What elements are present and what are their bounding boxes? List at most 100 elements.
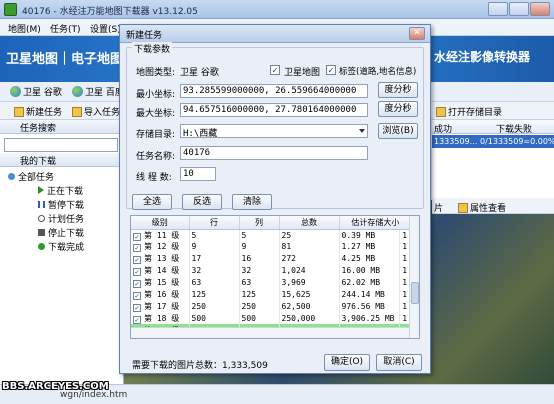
menu-settings[interactable]: 设置(S) <box>90 22 121 35</box>
level-table-hscrollbar[interactable] <box>131 327 409 338</box>
level-cell: ✓ 第 15 级 <box>131 276 190 289</box>
map-type-label: 地图类型: <box>136 68 176 78</box>
menu-map[interactable]: 地图(M) <box>8 22 41 35</box>
watermark: BBS.ARCEYES.COM <box>2 381 109 392</box>
tree-scheduled[interactable]: 计划任务 <box>38 212 84 225</box>
new-task-button[interactable]: 新建任务 <box>14 105 62 118</box>
max-coord-label: 最大坐标: <box>136 109 176 119</box>
main-titlebar: 40176 - 水经注万能地图下载器 v13.12.05 <box>0 0 554 19</box>
level-label: 第 12 级 <box>144 242 180 252</box>
browse-button[interactable]: 浏览(B) <box>378 123 418 139</box>
satellite-checkbox[interactable]: ✓ <box>270 65 280 75</box>
col-header[interactable]: 估计存储大小 <box>339 216 413 230</box>
level-row[interactable]: ✓ 第 18 级 500 500 250,000 3,906.25 MB 1 <box>131 312 413 325</box>
level-cell: 9 <box>239 240 280 253</box>
close-button[interactable] <box>530 2 550 16</box>
level-row[interactable]: ✓ 第 11 级 5 5 25 0.39 MB 1 <box>131 229 413 241</box>
invert-selection-button[interactable]: 反选 <box>182 194 222 210</box>
maximize-button[interactable] <box>509 2 529 16</box>
threads-label: 线 程 数: <box>136 173 172 183</box>
max-deg-button[interactable]: 度分秒 <box>378 101 418 117</box>
image-button[interactable]: 片 <box>434 201 443 214</box>
level-cell: 5 <box>239 229 280 241</box>
level-label: 第 13 级 <box>144 254 180 264</box>
level-cell: 17 <box>189 252 240 265</box>
labels-checkbox[interactable]: ✓ <box>326 65 336 75</box>
level-checkbox[interactable]: ✓ <box>133 232 141 241</box>
level-row[interactable]: ✓ 第 13 级 17 16 272 4.25 MB 1 <box>131 252 413 265</box>
level-cell: 15,625 <box>279 288 340 301</box>
level-table-vscrollbar[interactable] <box>409 216 419 338</box>
min-deg-button[interactable]: 度分秒 <box>378 82 418 98</box>
summary-text: 需要下载的图片总数：1,333,509 <box>132 361 268 371</box>
new-task-dialog: 新建任务 ✕ 下载参数 地图类型: 卫星 谷歌 ✓ 卫星地图 ✓ 标签(道路,地… <box>119 24 431 374</box>
chevron-down-icon <box>359 129 365 133</box>
level-cell: 125 <box>239 288 280 301</box>
level-cell: ✓ 第 12 级 <box>131 240 190 253</box>
level-cell: 3,906.25 MB <box>339 312 401 325</box>
min-coord-input[interactable]: 93.285599000000, 26.559664000000 <box>180 84 368 98</box>
search-input[interactable] <box>4 138 118 152</box>
level-row[interactable]: ✓ 第 12 级 9 9 81 1.27 MB 1 <box>131 240 413 253</box>
level-cell: 250 <box>239 300 280 313</box>
max-coord-input[interactable]: 94.657516000000, 27.780164000000 <box>180 103 368 117</box>
tree-paused[interactable]: 暂停下载 <box>38 198 84 211</box>
menu-task[interactable]: 任务(T) <box>50 22 81 35</box>
tree-downloading[interactable]: 正在下载 <box>38 184 83 197</box>
map-tools: 片 属性查看 <box>432 198 554 214</box>
level-table: 级别行列总数 估计存储大小 ✓ 第 11 级 5 5 25 0.39 MB 1 ✓ 第 12 级9… <box>130 215 420 339</box>
level-cell: 4.25 MB <box>339 252 401 265</box>
level-row[interactable]: ✓ 第 15 级 63 63 3,969 62.02 MB 1 <box>131 276 413 289</box>
level-checkbox[interactable]: ✓ <box>133 256 141 265</box>
col-header[interactable]: 级别 <box>131 216 190 230</box>
play-icon <box>38 186 44 194</box>
level-table-body: ✓ 第 11 级 5 5 25 0.39 MB 1 ✓ 第 12 级 9 9 81 1.27 MB 1 ✓ 第… <box>131 229 413 337</box>
level-cell: 500 <box>239 312 280 325</box>
level-checkbox[interactable]: ✓ <box>133 268 141 277</box>
tree-stopped[interactable]: 停止下载 <box>38 226 84 239</box>
tree-all-tasks[interactable]: 全部任务 <box>8 170 54 183</box>
level-checkbox[interactable]: ✓ <box>133 291 141 300</box>
col-header[interactable]: 总数 <box>279 216 340 230</box>
dir-select[interactable]: H:\西藏 <box>180 124 368 138</box>
col-header[interactable]: 行 <box>189 216 240 230</box>
baidu-sat-button[interactable]: 卫星 百度 <box>72 85 124 98</box>
task-list-header: 成功 下载失败 <box>432 120 554 135</box>
col-header[interactable]: 列 <box>239 216 280 230</box>
banner-left-text: 卫星地图｜电子地图 <box>6 52 124 67</box>
level-cell: 500 <box>189 312 240 325</box>
level-row[interactable]: ✓ 第 17 级 250 250 62,500 976.56 MB 1 <box>131 300 413 313</box>
globe-icon <box>72 86 83 97</box>
level-row[interactable]: ✓ 第 16 级 125 125 15,625 244.14 MB 1 <box>131 288 413 301</box>
task-failed-cell: 0/1333509=0.00% <box>480 137 554 146</box>
threads-input[interactable]: 10 <box>180 167 216 181</box>
cancel-button[interactable]: 取消(C) <box>376 354 422 371</box>
left-pane: 任务搜索 我的下载 全部任务 正在下载 暂停下载 计划任务 停止下载 下载完成 <box>0 120 124 384</box>
vscroll-thumb[interactable] <box>411 282 419 304</box>
app-icon <box>4 3 17 16</box>
dialog-close-button[interactable]: ✕ <box>409 27 425 40</box>
level-cell: 81 <box>279 240 340 253</box>
open-dir-button[interactable]: 打开存储目录 <box>436 105 502 118</box>
level-checkbox[interactable]: ✓ <box>133 280 141 288</box>
level-cell: 5 <box>189 229 240 241</box>
minimize-button[interactable] <box>488 2 508 16</box>
google-sat-button[interactable]: 卫星 谷歌 <box>10 85 62 98</box>
level-row[interactable]: ✓ 第 14 级 32 32 1,024 16.00 MB 1 <box>131 264 413 277</box>
task-row[interactable]: 1333509... 0/1333509=0.00% <box>432 135 554 148</box>
ok-button[interactable]: 确定(O) <box>324 354 370 371</box>
level-cell: 63 <box>189 276 240 289</box>
properties-button[interactable]: 属性查看 <box>458 201 506 214</box>
task-name-input[interactable]: 40176 <box>180 146 368 160</box>
import-task-button[interactable]: 导入任务 <box>72 105 120 118</box>
level-checkbox[interactable]: ✓ <box>133 303 141 312</box>
task-success-cell: 1333509... <box>434 137 478 146</box>
level-cell: 1.27 MB <box>339 240 401 253</box>
tree-completed[interactable]: 下载完成 <box>38 240 84 253</box>
clear-selection-button[interactable]: 清除 <box>232 194 272 210</box>
level-cell: 62.02 MB <box>339 276 401 289</box>
level-checkbox[interactable]: ✓ <box>133 244 141 253</box>
select-all-button[interactable]: 全选 <box>132 194 172 210</box>
level-checkbox[interactable]: ✓ <box>133 315 141 324</box>
dialog-titlebar: 新建任务 ✕ <box>120 25 430 43</box>
